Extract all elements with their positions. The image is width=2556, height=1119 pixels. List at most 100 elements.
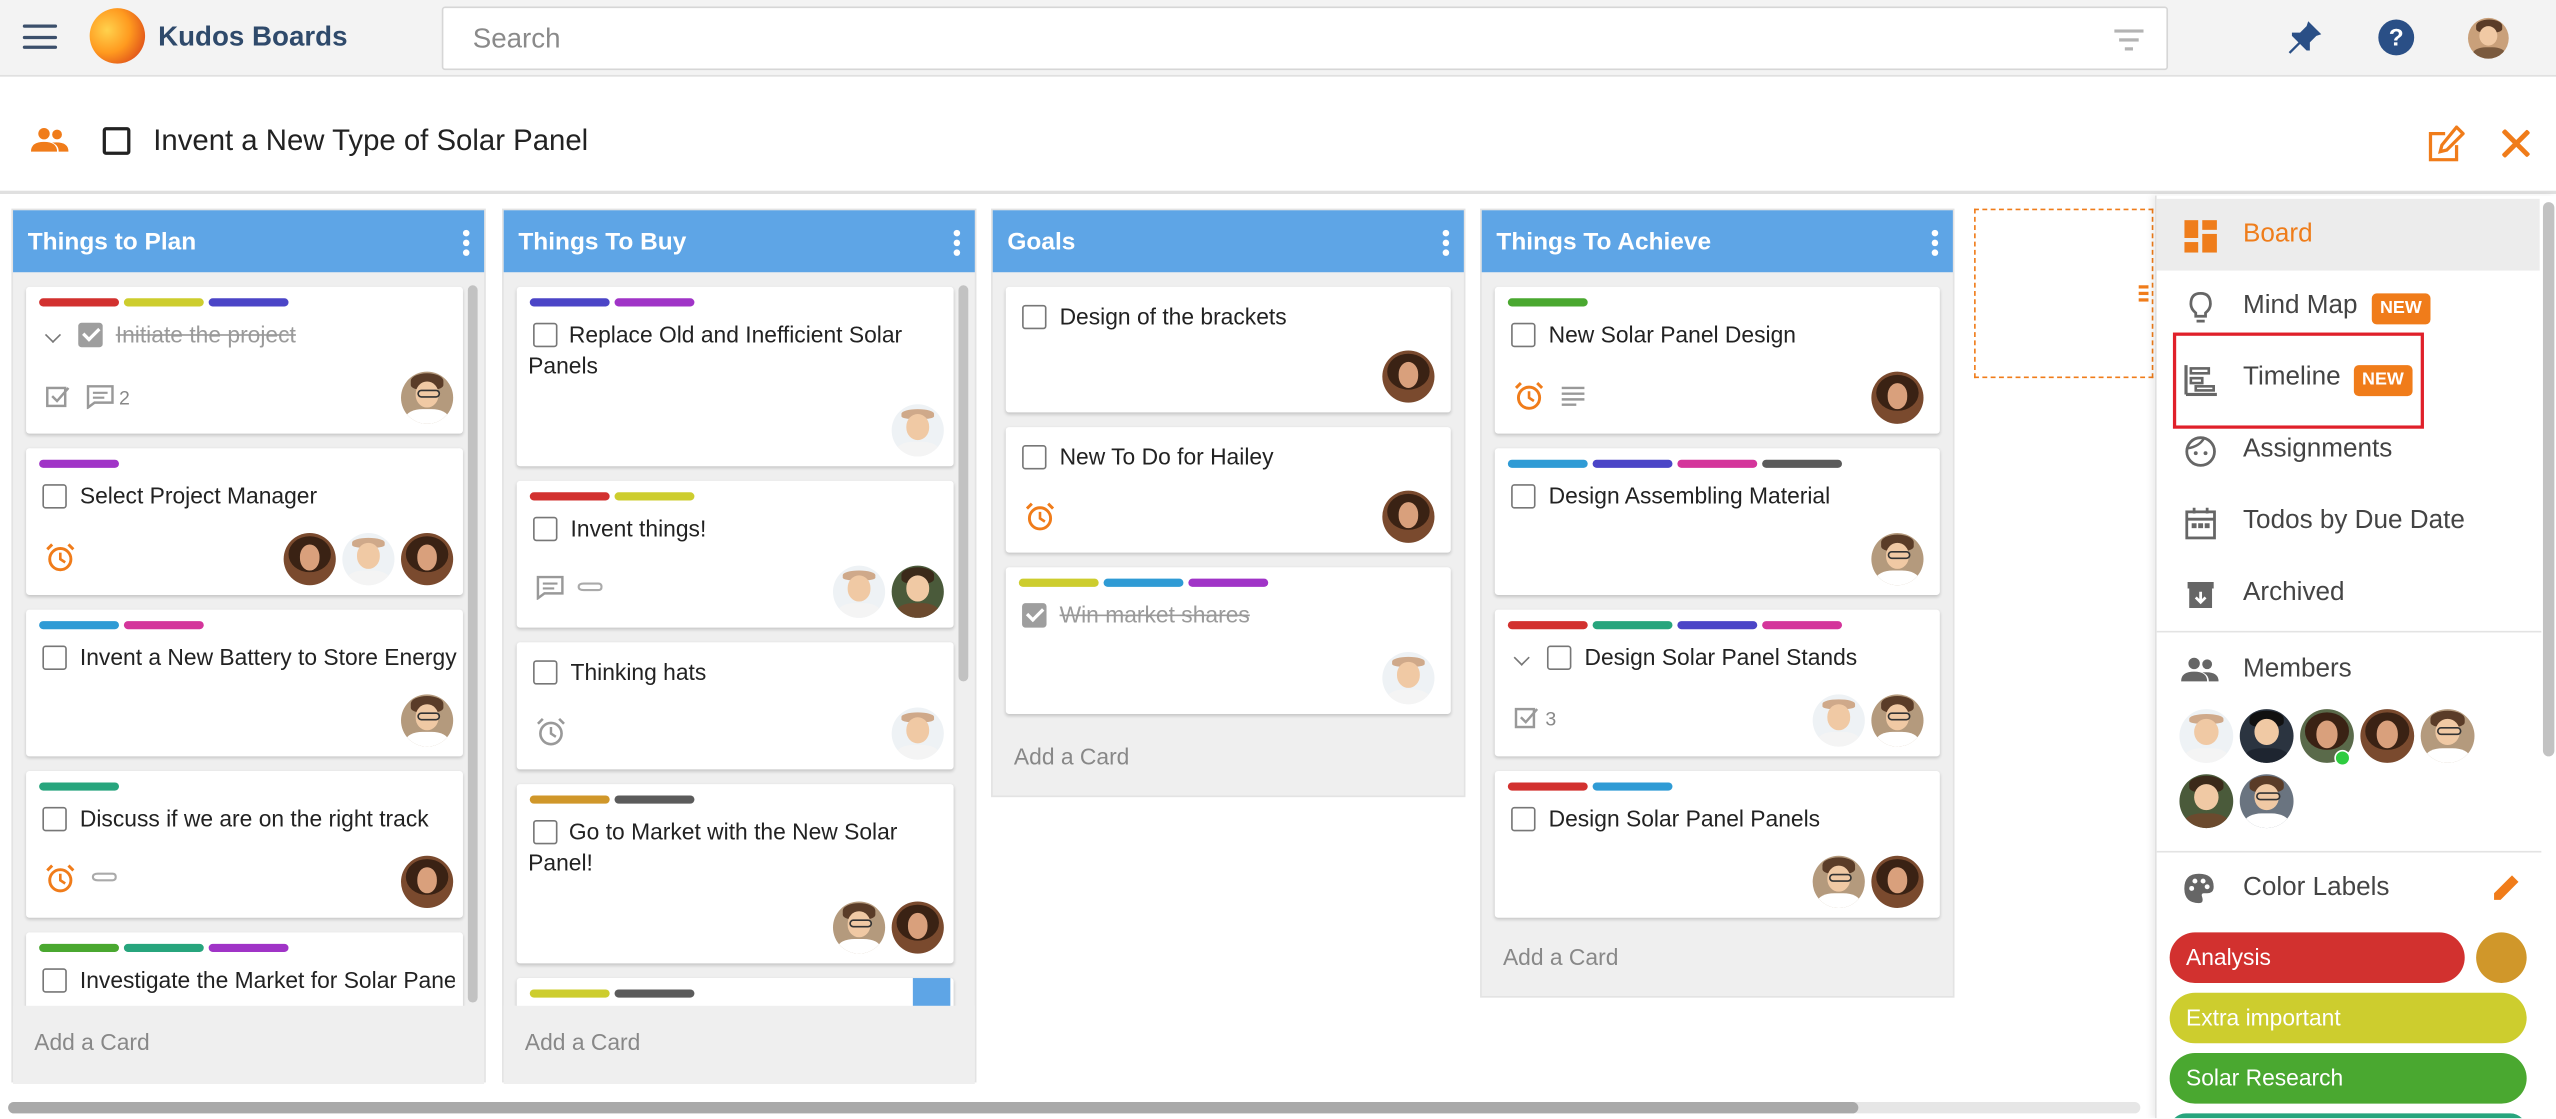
add-card-button[interactable]: Add a Card <box>1014 743 1129 769</box>
color-label-solar-research[interactable]: Solar Research <box>2169 1053 2527 1104</box>
assignee-avatar[interactable] <box>1382 652 1435 705</box>
menu-icon[interactable] <box>22 24 58 50</box>
color-label-analysis[interactable]: Analysis <box>2169 932 2465 983</box>
assignee-avatar[interactable] <box>891 404 944 457</box>
members-icon <box>2181 657 2219 682</box>
list-scrollbar[interactable] <box>958 285 969 682</box>
assignee-avatar[interactable] <box>1871 855 1924 908</box>
palette-icon <box>2184 873 2214 904</box>
card-checkbox[interactable] <box>1022 304 1047 330</box>
card-checkbox[interactable] <box>1022 603 1047 628</box>
help-icon[interactable]: ? <box>2377 18 2416 57</box>
checklist-icon <box>1514 707 1539 729</box>
board-horizontal-scrollbar[interactable] <box>8 1101 2141 1114</box>
assignee-avatar[interactable] <box>1812 855 1865 908</box>
member-avatar[interactable] <box>2239 774 2294 829</box>
card[interactable]: Design of the brackets <box>1005 286 1451 413</box>
sidebar-item-archived[interactable]: Archived <box>2157 557 2540 629</box>
assignee-avatar[interactable] <box>891 565 944 618</box>
add-card-button[interactable]: Add a Card <box>34 1029 149 1055</box>
color-label-extra-important[interactable]: Extra important <box>2169 992 2527 1044</box>
assignee-avatar[interactable] <box>401 855 454 908</box>
card[interactable]: New To Do for Hailey <box>1005 427 1451 553</box>
assignee-avatar[interactable] <box>342 533 395 586</box>
filter-icon[interactable] <box>2114 29 2144 51</box>
card-checkbox[interactable] <box>1511 322 1536 348</box>
card[interactable]: Invent a New Battery to Store Energy <box>26 609 463 757</box>
assignee-avatar[interactable] <box>401 371 454 424</box>
sidebar-item-board[interactable]: Board <box>2156 198 2540 271</box>
assignee-avatar[interactable] <box>1871 533 1924 586</box>
list-menu-icon[interactable] <box>1441 229 1451 256</box>
search-input[interactable] <box>472 21 2038 58</box>
pin-icon[interactable] <box>2285 18 2324 57</box>
assignee-avatar[interactable] <box>401 533 454 586</box>
edit-labels-icon[interactable] <box>2492 874 2520 902</box>
card[interactable]: Win market shares <box>1005 567 1451 714</box>
assignee-avatar[interactable] <box>1382 350 1435 403</box>
color-label-swatch[interactable] <box>2476 932 2527 983</box>
add-card-button[interactable]: Add a Card <box>1503 944 1618 970</box>
alarm-icon <box>46 864 75 893</box>
card[interactable]: Design Solar Panel Stands 3 <box>1494 609 1940 757</box>
card-checkbox[interactable] <box>78 322 103 348</box>
card-checkbox[interactable] <box>1546 645 1572 670</box>
comment-icon <box>86 385 114 410</box>
edit-icon[interactable] <box>2426 125 2465 162</box>
sidebar-item-todos-by-due-date[interactable]: Todos by Due Date <box>2157 486 2540 558</box>
expand-icon[interactable] <box>46 329 62 345</box>
member-avatar[interactable] <box>2179 709 2234 763</box>
assignee-avatar[interactable] <box>283 533 336 586</box>
card[interactable]: Design Solar Panel Panels <box>1494 771 1940 918</box>
color-labels-heading: Color Labels <box>2243 873 2390 902</box>
card[interactable]: Thinking hats <box>516 642 954 770</box>
list-header: Goals <box>992 210 1464 273</box>
card[interactable]: Discuss if we are on the right track <box>26 771 463 918</box>
list-scrollbar[interactable] <box>467 285 478 1003</box>
card[interactable]: Design Assembling Material <box>1494 448 1940 595</box>
card-checkbox[interactable] <box>42 806 67 832</box>
assignee-avatar[interactable] <box>1871 694 1924 747</box>
card-checkbox[interactable] <box>533 660 558 685</box>
card-checkbox[interactable] <box>1022 445 1047 470</box>
card-title: Initiate the project <box>115 321 296 348</box>
sidebar-scrollbar[interactable] <box>2542 202 2555 757</box>
card[interactable]: Initiate the project 2 <box>26 286 463 434</box>
card[interactable]: Invent things! <box>516 480 954 628</box>
close-icon[interactable] <box>2501 129 2530 158</box>
member-avatar[interactable] <box>2360 709 2415 763</box>
user-avatar[interactable] <box>2467 17 2509 59</box>
card-checkbox[interactable] <box>533 516 558 542</box>
assignee-avatar[interactable] <box>832 565 886 618</box>
list-menu-icon[interactable] <box>952 229 962 256</box>
assignee-avatar[interactable] <box>1871 371 1924 424</box>
color-label-partial[interactable] <box>2169 1113 2527 1119</box>
card-checkbox[interactable] <box>42 968 67 993</box>
list-menu-icon[interactable] <box>1930 229 1940 256</box>
assignee-avatar[interactable] <box>1382 490 1435 543</box>
member-avatar[interactable] <box>2420 709 2475 763</box>
add-card-button[interactable]: Add a Card <box>525 1029 640 1055</box>
assignee-avatar[interactable] <box>891 707 944 760</box>
card[interactable]: Go to Market with the New Solar Panel! <box>516 784 954 964</box>
app-title[interactable]: Kudos Boards <box>158 21 347 54</box>
card[interactable]: Select Project Manager <box>26 448 463 595</box>
card-checkbox[interactable] <box>42 645 67 670</box>
card[interactable]: Replace Old and Inefficient Solar Panels <box>516 286 954 467</box>
board-complete-checkbox[interactable] <box>102 127 131 155</box>
assignee-avatar[interactable] <box>401 694 454 747</box>
card-checkbox[interactable] <box>42 484 67 509</box>
card-checkbox[interactable] <box>1511 806 1536 832</box>
card[interactable]: New Solar Panel Design <box>1494 286 1940 434</box>
list-title: Things to Plan <box>27 228 197 256</box>
member-avatar[interactable] <box>2239 709 2294 763</box>
card-title: Go to Market with the New Solar Panel! <box>528 818 898 876</box>
assignee-avatar[interactable] <box>832 901 886 954</box>
add-list-button[interactable] <box>1974 208 2154 379</box>
expand-icon[interactable] <box>1514 652 1530 668</box>
card-checkbox[interactable] <box>1511 484 1536 509</box>
list-menu-icon[interactable] <box>461 229 471 256</box>
assignee-avatar[interactable] <box>1812 694 1865 747</box>
member-avatar[interactable] <box>2179 774 2234 829</box>
assignee-avatar[interactable] <box>891 901 944 954</box>
